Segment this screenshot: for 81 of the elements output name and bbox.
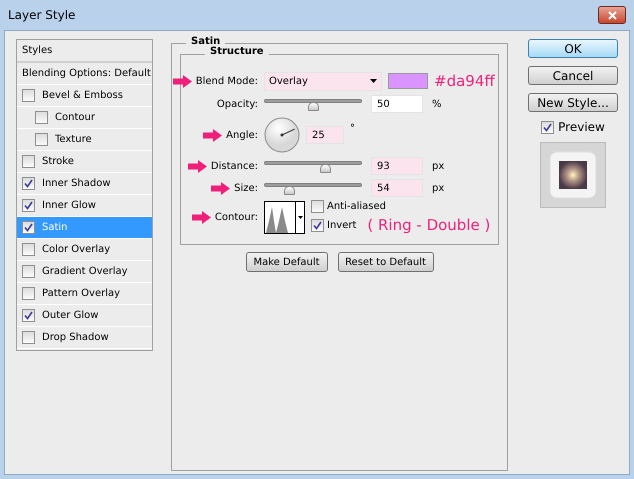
style-label: Pattern Overlay — [42, 288, 120, 299]
style-label: Gradient Overlay — [42, 266, 128, 277]
checkbox[interactable] — [22, 199, 35, 212]
style-label: Blending Options: Default — [22, 68, 151, 79]
slider-thumb[interactable] — [320, 164, 331, 173]
color-note: #da94ff — [434, 72, 495, 90]
slider[interactable] — [264, 96, 362, 112]
slider[interactable] — [264, 180, 362, 196]
anti-aliased-label: Anti-aliased — [327, 201, 386, 212]
unit-label: px — [432, 182, 444, 194]
default-button[interactable]: Make Default — [246, 252, 328, 272]
style-label: Stroke — [42, 156, 74, 167]
contour-note: ( Ring - Double ) — [367, 216, 490, 234]
group-title: Satin — [186, 36, 226, 47]
checkbox[interactable] — [35, 111, 48, 124]
checkbox[interactable] — [35, 133, 48, 146]
style-row[interactable]: Texture — [17, 129, 152, 151]
checkbox[interactable] — [541, 120, 554, 134]
field-label: Opacity: — [216, 98, 258, 110]
contour-picker[interactable] — [264, 200, 305, 234]
field-label: Blend Mode: — [196, 76, 258, 86]
style-label: Satin — [42, 222, 68, 233]
default-button[interactable]: Reset to Default — [338, 252, 434, 272]
checkbox[interactable] — [22, 309, 35, 322]
style-label: Outer Glow — [42, 310, 98, 321]
blend-mode-dropdown[interactable]: Overlay — [264, 72, 382, 90]
caret-icon — [370, 79, 377, 83]
checkbox[interactable] — [22, 155, 35, 168]
style-row[interactable]: Drop Shadow — [17, 327, 152, 349]
field-label: Size: — [234, 182, 258, 194]
style-label: Inner Glow — [42, 200, 96, 211]
window-title: Layer Style — [8, 8, 76, 22]
style-label: Color Overlay — [42, 244, 110, 255]
style-row[interactable]: Bevel & Emboss — [17, 85, 152, 107]
style-row[interactable]: Color Overlay — [17, 239, 152, 261]
color-swatch[interactable] — [388, 73, 428, 89]
ok-button[interactable]: OK — [528, 39, 618, 58]
value-field[interactable]: 50 — [371, 95, 423, 113]
style-row[interactable]: Stroke — [17, 151, 152, 173]
angle-dial[interactable] — [264, 117, 300, 153]
group-title: Structure — [205, 46, 269, 57]
checkbox[interactable] — [22, 221, 35, 234]
unit-label: % — [432, 98, 442, 110]
style-row[interactable]: Gradient Overlay — [17, 261, 152, 283]
angle-field[interactable]: 25 — [306, 126, 344, 144]
field-label: Angle: — [226, 130, 258, 140]
close-icon — [608, 10, 616, 20]
style-row[interactable]: Contour — [17, 107, 152, 129]
styles-header[interactable]: Styles — [17, 40, 152, 63]
slider-thumb[interactable] — [308, 102, 319, 111]
checkbox[interactable] — [22, 89, 35, 102]
slider[interactable] — [264, 158, 362, 174]
degree-label: ° — [350, 123, 355, 134]
checkbox[interactable] — [22, 265, 35, 278]
slider-thumb[interactable] — [284, 186, 296, 195]
style-label: Contour — [55, 112, 95, 123]
unit-label: px — [432, 160, 444, 172]
preview-label: Preview — [558, 120, 605, 134]
style-row[interactable]: Blending Options: Default — [17, 63, 152, 85]
style-row[interactable]: Inner Shadow — [17, 173, 152, 195]
style-label: Drop Shadow — [42, 332, 109, 343]
style-label: Inner Shadow — [42, 178, 111, 189]
checkbox[interactable] — [311, 218, 324, 232]
field-label: Distance: — [210, 160, 258, 172]
checkbox[interactable] — [22, 243, 35, 256]
invert-label: Invert — [327, 220, 356, 230]
preview-thumbnail — [549, 151, 597, 199]
checkbox[interactable] — [22, 177, 35, 190]
style-row[interactable]: Pattern Overlay — [17, 283, 152, 305]
checkbox[interactable] — [22, 287, 35, 300]
value-field[interactable]: 54 — [371, 179, 423, 197]
style-label: Texture — [55, 134, 92, 145]
value-field[interactable]: 93 — [371, 157, 423, 175]
dialog-button[interactable]: New Style... — [528, 93, 618, 112]
field-label: Contour: — [214, 212, 258, 222]
style-label: Bevel & Emboss — [42, 90, 123, 101]
close-button[interactable] — [598, 6, 626, 24]
checkbox[interactable] — [22, 331, 35, 344]
style-row[interactable]: Outer Glow — [17, 305, 152, 327]
checkbox[interactable] — [311, 200, 324, 213]
dialog-button[interactable]: Cancel — [528, 66, 618, 85]
